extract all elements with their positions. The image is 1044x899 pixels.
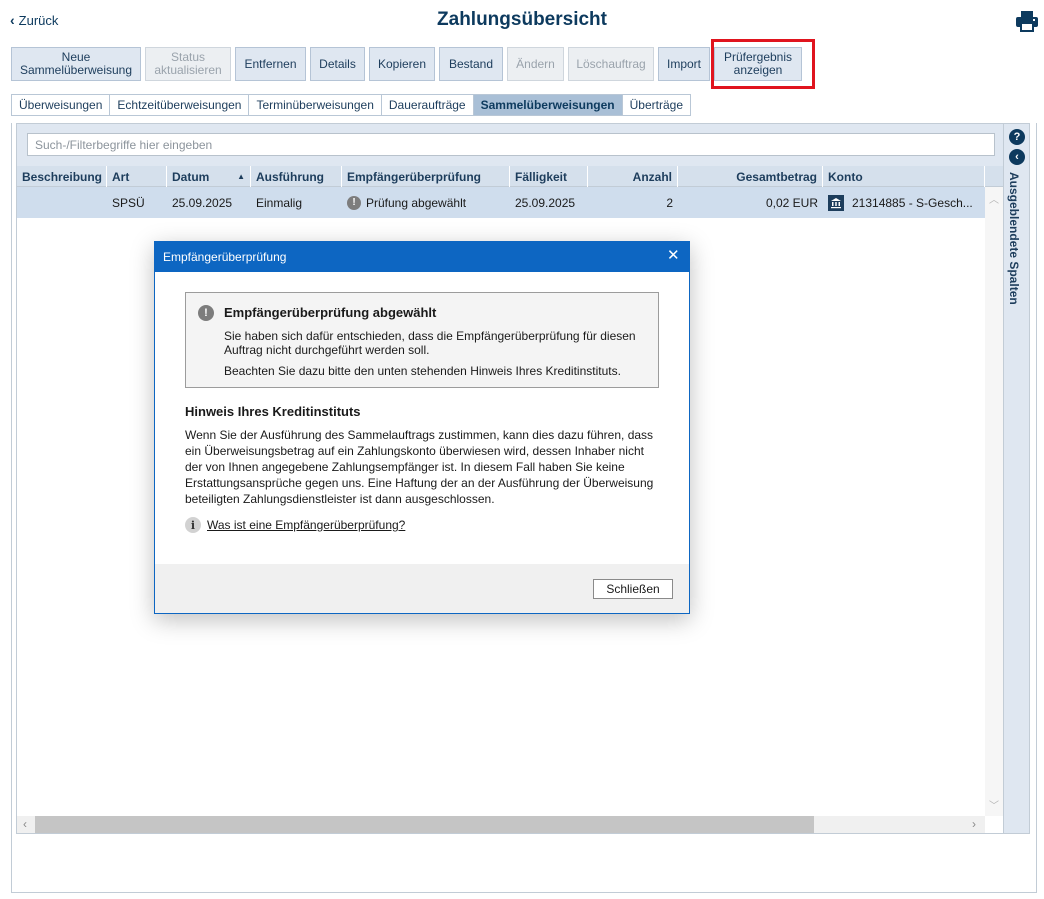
- sort-asc-icon[interactable]: ▲: [237, 172, 245, 181]
- toolbar-button-4[interactable]: Kopieren: [369, 47, 435, 81]
- info-text: Sie haben sich dafür entschieden, dass d…: [224, 329, 636, 357]
- table-row[interactable]: SPSÜ 25.09.2025 Einmalig! Prüfung abgewählt…: [17, 187, 985, 218]
- recipient-check-dialog: Empfängerüberprüfung ✕ ! Empfängerüberpr…: [154, 241, 690, 614]
- hidden-columns-label: Ausgeblendete Spalten: [1007, 172, 1021, 305]
- column-header[interactable]: Beschreibung: [17, 166, 107, 187]
- table-cell: 21314885 - S-Gesch...: [823, 187, 985, 218]
- table-cell: 0,02 EUR: [678, 187, 823, 218]
- column-header-label: Anzahl: [632, 169, 672, 184]
- column-header[interactable]: Empfängerüberprüfung: [342, 166, 510, 187]
- tab-bar: Überweisungen Echtzeitüberweisungen Termin…: [11, 94, 692, 116]
- column-header-label: Konto: [828, 169, 863, 184]
- exclamation-icon: !: [198, 305, 214, 321]
- cell-value: 0,02 EUR: [765, 195, 818, 210]
- table-cell: 2: [588, 187, 678, 218]
- top-bar: ‹ Zurück Zahlungsübersicht: [0, 0, 1044, 40]
- vertical-scrollbar[interactable]: ︿ ﹀: [985, 187, 1003, 816]
- info-box: ! Empfängerüberprüfung abgewählt Sie hab…: [185, 292, 659, 388]
- chevron-up-icon[interactable]: ︿: [989, 191, 999, 206]
- info-title: Empfängerüberprüfung abgewählt: [224, 305, 437, 320]
- table-cell: 25.09.2025: [167, 187, 251, 218]
- info-note: Beachten Sie dazu bitte den unten stehen…: [224, 364, 621, 378]
- cell-value: 2: [666, 195, 673, 210]
- toolbar-button-6: Ändern: [507, 47, 564, 81]
- scrollbar-thumb[interactable]: [35, 816, 814, 833]
- info-icon: i: [185, 517, 201, 533]
- cell-value: 25.09.2025: [172, 195, 233, 210]
- page-title: Zahlungsübersicht: [437, 9, 607, 30]
- table-cell: ! Prüfung abgewählt: [342, 187, 510, 218]
- close-icon[interactable]: ✕: [667, 248, 680, 264]
- cell-value: 25.09.2025: [515, 195, 576, 210]
- column-header[interactable]: Datum ▲: [167, 166, 251, 187]
- table-cell: Einmalig: [251, 187, 342, 218]
- column-header-label: Art: [112, 169, 130, 184]
- dialog-footer: Schließen: [155, 564, 689, 613]
- table-cell: SPSÜ: [107, 187, 167, 218]
- tab-3[interactable]: Daueraufträge: [380, 94, 473, 116]
- tab-1[interactable]: Echtzeitüberweisungen: [109, 94, 249, 116]
- column-header[interactable]: Konto: [823, 166, 985, 187]
- help-icon[interactable]: ?: [1009, 129, 1025, 145]
- toolbar-button-2[interactable]: Entfernen: [235, 47, 306, 81]
- toolbar-button-8[interactable]: Import: [658, 47, 710, 81]
- table-cell: 25.09.2025: [510, 187, 588, 218]
- tab-4[interactable]: Sammelüberweisungen: [472, 94, 622, 116]
- exclamation-icon: !: [347, 195, 361, 210]
- column-header-label: Gesamtbetrag: [736, 169, 817, 184]
- toolbar-button-7: Löschauftrag: [568, 47, 654, 81]
- bank-icon: [828, 194, 844, 211]
- table-header: Beschreibung Art Datum ▲ Ausführung Empfänger…: [17, 166, 1003, 187]
- chevron-right-icon[interactable]: ›: [972, 817, 976, 831]
- cell-value: Einmalig: [256, 195, 303, 210]
- info-link[interactable]: Was ist eine Empfängerüberprüfung?: [207, 518, 405, 532]
- chevron-left-circle-icon[interactable]: ‹: [1009, 149, 1025, 165]
- column-header-label: Beschreibung: [22, 169, 103, 184]
- hint-title: Hinweis Ihres Kreditinstituts: [185, 404, 361, 419]
- tab-0[interactable]: Überweisungen: [11, 94, 110, 116]
- chevron-left-icon[interactable]: ‹: [23, 817, 27, 831]
- cell-value: SPSÜ: [112, 195, 145, 210]
- printer-icon[interactable]: [1015, 10, 1039, 32]
- hidden-columns-panel[interactable]: ? ‹ Ausgeblendete Spalten: [1004, 123, 1030, 834]
- table-cell: [17, 187, 107, 218]
- close-button[interactable]: Schließen: [593, 579, 673, 599]
- column-header[interactable]: Anzahl: [588, 166, 678, 187]
- highlight-box: [711, 39, 815, 89]
- tab-2[interactable]: Terminüberweisungen: [248, 94, 381, 116]
- info-link-row[interactable]: i Was ist eine Empfängerüberprüfung?: [185, 517, 405, 533]
- toolbar-button-0[interactable]: Neue Sammelüberweisung: [11, 47, 141, 81]
- horizontal-scrollbar[interactable]: ‹ ›: [17, 816, 985, 833]
- column-header[interactable]: Ausführung: [251, 166, 342, 187]
- search-input[interactable]: Such-/Filterbegriffe hier eingeben: [27, 133, 995, 156]
- column-header[interactable]: Fälligkeit: [510, 166, 588, 187]
- column-header-label: Fälligkeit: [515, 169, 568, 184]
- tab-5[interactable]: Überträge: [621, 94, 692, 116]
- column-header-label: Ausführung: [256, 169, 324, 184]
- dialog-header: Empfängerüberprüfung: [155, 242, 689, 272]
- column-header-label: Datum: [172, 169, 210, 184]
- dialog-title: Empfängerüberprüfung: [163, 250, 287, 264]
- hint-text: Wenn Sie der Ausführung des Sammelauftra…: [185, 428, 654, 506]
- cell-value: 21314885 - S-Gesch...: [852, 195, 973, 210]
- cell-value: Prüfung abgewählt: [366, 195, 467, 210]
- column-header[interactable]: Art: [107, 166, 167, 187]
- action-toolbar: Neue Sammelüberweisung Status aktualisier…: [11, 47, 802, 81]
- toolbar-button-1: Status aktualisieren: [145, 47, 231, 81]
- column-header-label: Empfängerüberprüfung: [347, 169, 481, 184]
- column-header[interactable]: Gesamtbetrag: [678, 166, 823, 187]
- panel-header: Such-/Filterbegriffe hier eingeben: [17, 124, 1003, 166]
- toolbar-button-5[interactable]: Bestand: [439, 47, 503, 81]
- toolbar-button-3[interactable]: Details: [310, 47, 365, 81]
- chevron-down-icon[interactable]: ﹀: [989, 797, 999, 812]
